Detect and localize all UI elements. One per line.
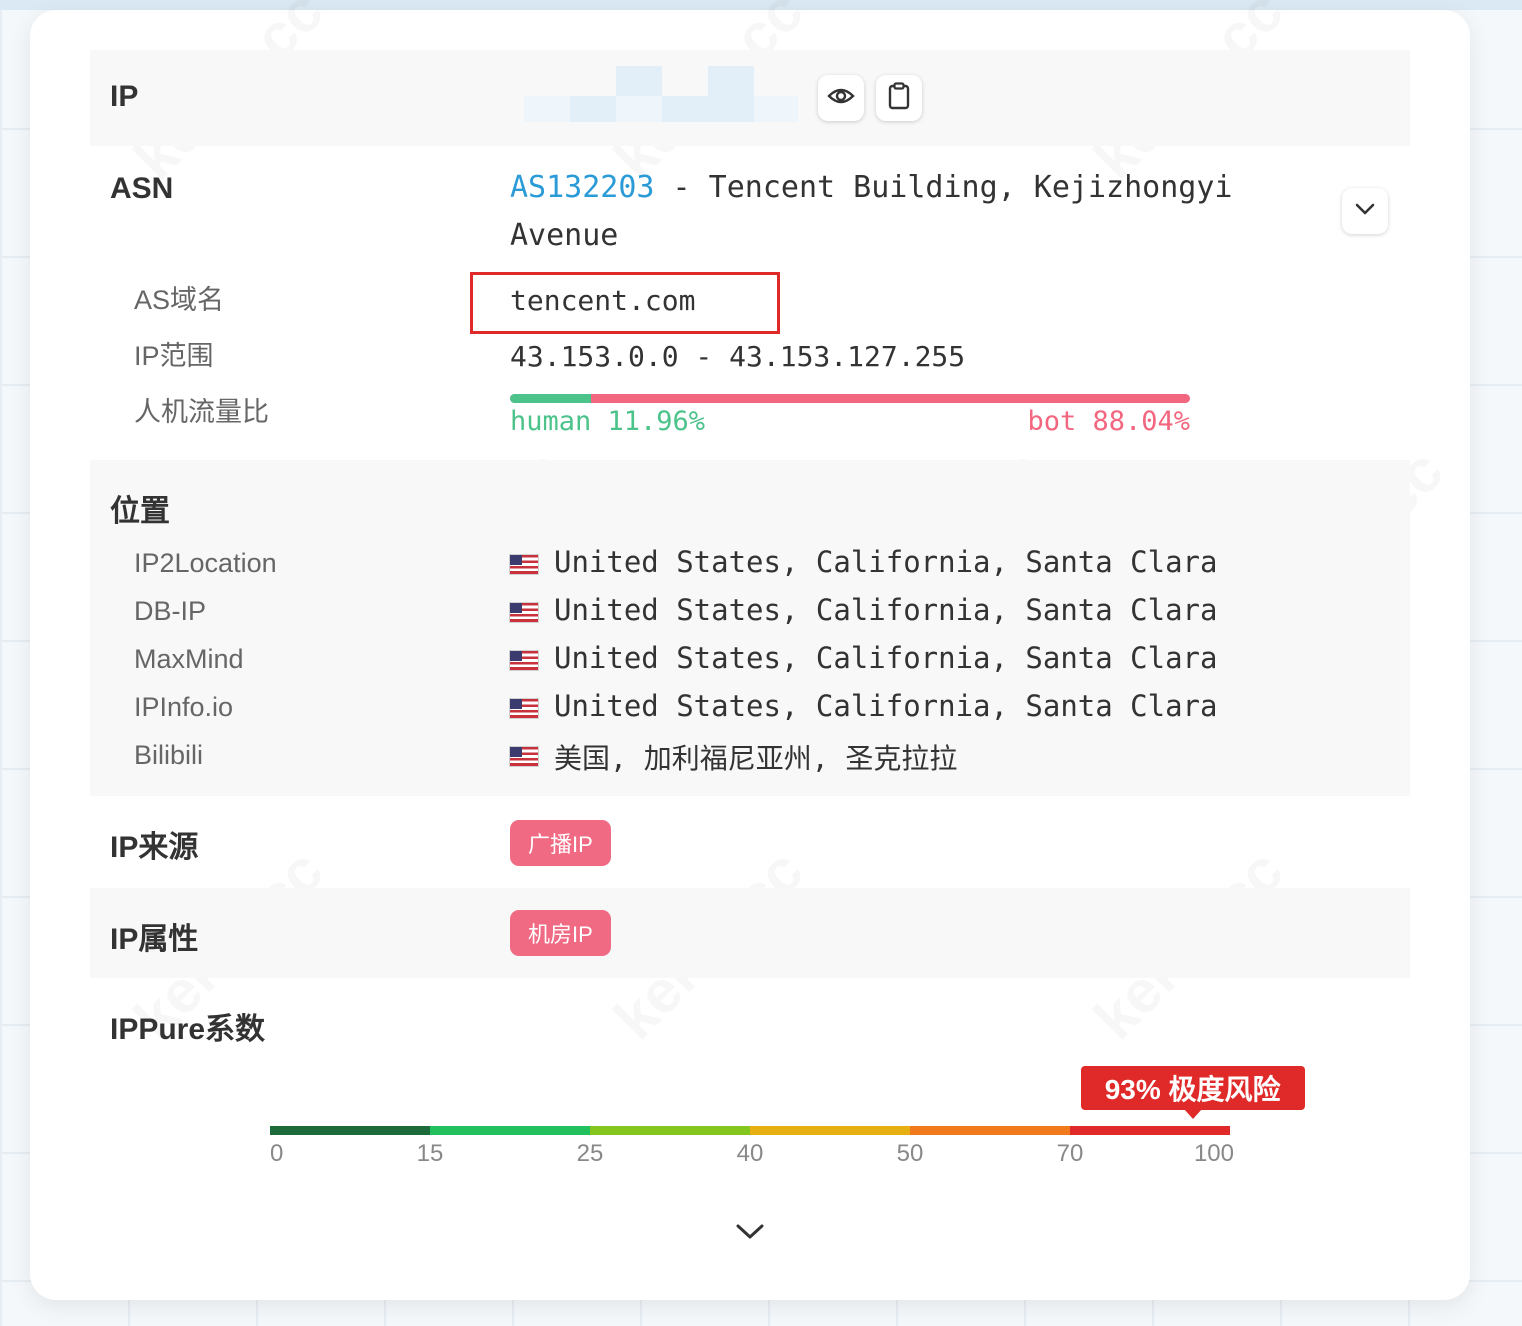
ip-source-label: IP来源 <box>110 831 199 864</box>
location-source: IPInfo.io <box>134 692 234 722</box>
gauge-tick-label: 100 <box>1193 1140 1235 1167</box>
as-domain-value: tencent.com <box>510 284 696 317</box>
location-value: United States, California, Santa Clara <box>554 689 1218 723</box>
asn-org-name: - Tencent Building, Kejizhongyi <box>654 170 1233 205</box>
location-value: United States, California, Santa Clara <box>554 545 1218 579</box>
asn-number-link[interactable]: AS132203 <box>510 170 655 205</box>
asn-label: ASN <box>110 172 174 205</box>
as-domain-label: AS域名 <box>134 285 225 315</box>
ip-source-tag: 广播IP <box>510 820 611 866</box>
ip-range-value: 43.153.0.0 - 43.153.127.255 <box>510 340 966 373</box>
gauge-tick-label: 70 <box>1056 1140 1084 1167</box>
ippure-label: IPPure系数 <box>110 1013 266 1046</box>
asn-expand-button[interactable] <box>1342 188 1388 234</box>
clipboard-icon <box>888 81 910 115</box>
badge-pointer <box>1183 1109 1202 1119</box>
copy-ip-button[interactable] <box>876 75 922 121</box>
location-source: Bilibili <box>134 740 204 770</box>
location-source: MaxMind <box>134 644 244 674</box>
human-ratio-text: human 11.96% <box>510 406 706 437</box>
gauge-segment <box>1070 1126 1230 1135</box>
background-strip <box>0 0 1522 10</box>
ippure-score-text: 93% 极度风险 <box>1104 1074 1281 1105</box>
ip-attribute-label: IP属性 <box>110 923 199 956</box>
ip-attribute-tag: 机房IP <box>510 910 611 956</box>
location-value: 美国, 加利福尼亚州, 圣克拉拉 <box>554 742 958 775</box>
us-flag-icon <box>509 602 539 623</box>
eye-icon <box>827 86 855 111</box>
gauge-segment <box>589 1126 750 1135</box>
ip-value-masked <box>524 66 798 122</box>
ippure-tick-labels: 0 15 25 40 50 70 100 <box>270 1140 1234 1170</box>
asn-org-name-cont: Avenue <box>510 218 619 253</box>
gauge-segment <box>270 1126 430 1135</box>
us-flag-icon <box>509 698 539 719</box>
us-flag-icon <box>509 746 539 767</box>
ippure-score-badge: 93% 极度风险 <box>1080 1066 1305 1119</box>
ip-range-label: IP范围 <box>134 341 214 371</box>
ip-info-card: kelen.cc kelen.cc kelen.cc kelen.cc kele… <box>30 0 1470 1300</box>
ip-attribute-row <box>90 888 1410 978</box>
ippure-gauge <box>270 1126 1230 1135</box>
gauge-segment <box>909 1126 1070 1135</box>
asn-line-1: AS132203 - Tencent Building, Kejizhongyi <box>510 170 1232 205</box>
gauge-segment <box>750 1126 910 1135</box>
gauge-tick-label: 15 <box>416 1140 444 1167</box>
gauge-tick-label: 50 <box>896 1140 924 1167</box>
gauge-segment <box>429 1126 590 1135</box>
expand-more-button[interactable] <box>730 1218 770 1250</box>
show-ip-button[interactable] <box>818 75 864 121</box>
us-flag-icon <box>509 554 539 575</box>
location-source: DB-IP <box>134 596 207 626</box>
gauge-tick-label: 40 <box>736 1140 764 1167</box>
traffic-ratio-label: 人机流量比 <box>134 397 269 427</box>
chevron-down-icon <box>734 1222 766 1247</box>
gauge-tick-label: 0 <box>270 1140 284 1167</box>
gauge-tick-label: 25 <box>576 1140 604 1167</box>
location-value: United States, California, Santa Clara <box>554 593 1218 627</box>
us-flag-icon <box>509 650 539 671</box>
human-ratio-fill <box>510 394 592 403</box>
chevron-down-icon <box>1354 202 1376 221</box>
ip-label: IP <box>110 80 139 113</box>
location-label: 位置 <box>110 495 170 528</box>
location-source: IP2Location <box>134 548 277 578</box>
traffic-ratio-bar <box>510 394 1190 403</box>
bot-ratio-text: bot 88.04% <box>1027 406 1190 437</box>
location-value: United States, California, Santa Clara <box>554 641 1218 675</box>
